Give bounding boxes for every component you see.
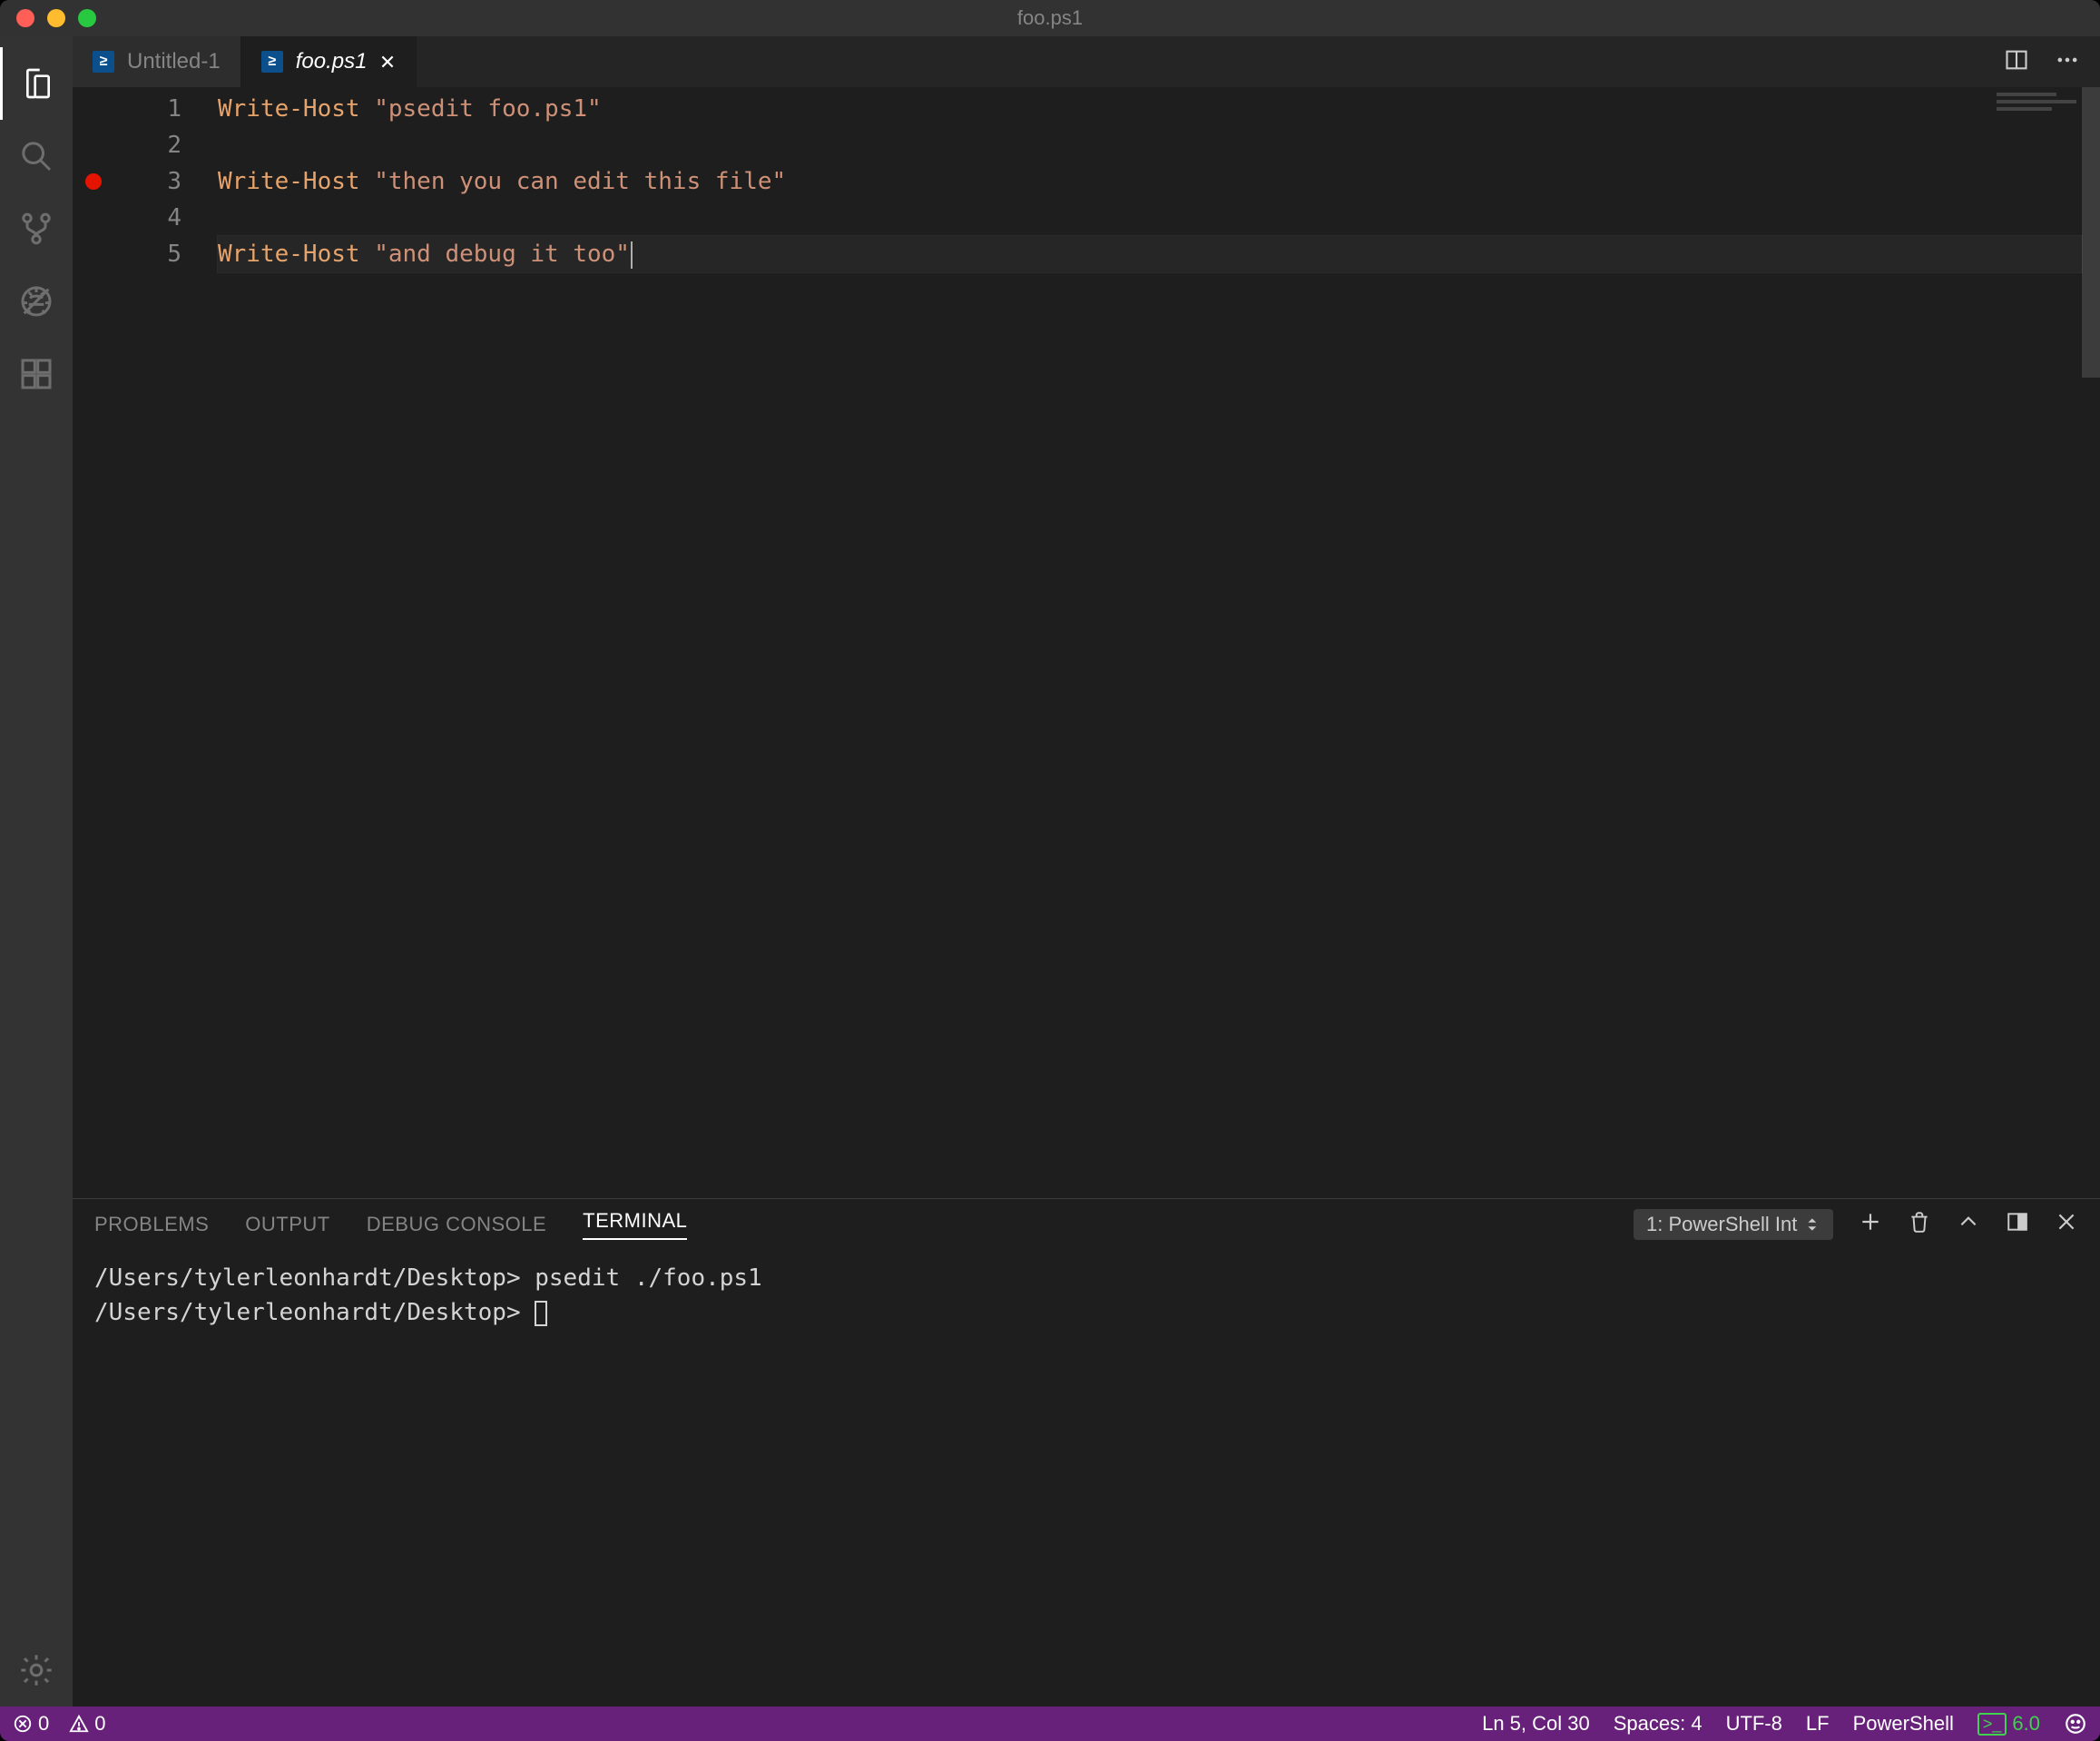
- titlebar[interactable]: foo.ps1: [0, 0, 2100, 36]
- powershell-icon: ≥: [93, 51, 114, 73]
- terminal[interactable]: /Users/tylerleonhardt/Desktop> psedit ./…: [73, 1250, 2100, 1707]
- search-icon[interactable]: [0, 120, 73, 192]
- extensions-icon[interactable]: [0, 338, 73, 410]
- window-title: foo.ps1: [0, 6, 2100, 30]
- vscode-window: foo.ps1: [0, 0, 2100, 1741]
- feedback-smiley-icon[interactable]: [2064, 1712, 2087, 1736]
- panel-tabs: PROBLEMS OUTPUT DEBUG CONSOLE TERMINAL 1…: [73, 1199, 2100, 1250]
- close-panel-icon[interactable]: [2055, 1210, 2078, 1239]
- code-editor[interactable]: 1 2 3 4 5 Write-Host "psedit foo.ps1" Wr…: [73, 87, 2100, 1198]
- tab-untitled-1[interactable]: ≥ Untitled-1: [73, 36, 241, 87]
- line-number: 2: [167, 132, 182, 159]
- line-number: 1: [167, 95, 182, 123]
- panel-tab-output[interactable]: OUTPUT: [245, 1213, 329, 1236]
- line-number: 4: [167, 204, 182, 231]
- maximize-panel-icon[interactable]: [1957, 1210, 1980, 1239]
- close-window-button[interactable]: [16, 9, 34, 27]
- toggle-panel-position-icon[interactable]: [2006, 1210, 2029, 1239]
- kill-terminal-icon[interactable]: [1908, 1210, 1931, 1239]
- debug-icon[interactable]: [0, 265, 73, 338]
- editor-tabs: ≥ Untitled-1 ≥ foo.ps1: [73, 36, 2100, 87]
- split-editor-icon[interactable]: [2004, 47, 2029, 77]
- new-terminal-icon[interactable]: [1859, 1210, 1882, 1239]
- status-language-mode[interactable]: PowerShell: [1853, 1712, 1954, 1736]
- status-cursor-position[interactable]: Ln 5, Col 30: [1482, 1712, 1590, 1736]
- close-tab-icon[interactable]: [379, 54, 396, 70]
- minimize-window-button[interactable]: [47, 9, 65, 27]
- source-control-icon[interactable]: [0, 192, 73, 265]
- powershell-icon: ≥: [261, 51, 283, 73]
- window-controls: [16, 9, 96, 27]
- status-powershell-version[interactable]: >_6.0: [1977, 1712, 2040, 1736]
- terminal-line: /Users/tylerleonhardt/Desktop> psedit ./…: [94, 1264, 762, 1292]
- terminal-selector[interactable]: 1: PowerShell Int: [1634, 1209, 1833, 1240]
- line-number: 5: [167, 241, 182, 268]
- status-indentation[interactable]: Spaces: 4: [1614, 1712, 1703, 1736]
- explorer-icon[interactable]: [0, 47, 73, 120]
- tab-label: foo.ps1: [296, 49, 368, 74]
- status-errors[interactable]: 0: [13, 1712, 49, 1736]
- tab-label: Untitled-1: [127, 49, 221, 74]
- terminal-line: /Users/tylerleonhardt/Desktop>: [94, 1299, 535, 1326]
- activity-bar: [0, 36, 73, 1707]
- editor-actions: [1984, 36, 2100, 87]
- code-area[interactable]: Write-Host "psedit foo.ps1" Write-Host "…: [218, 91, 2082, 272]
- breakpoint-icon[interactable]: [85, 173, 102, 190]
- gutter[interactable]: 1 2 3 4 5: [73, 87, 218, 1198]
- panel-tab-debug-console[interactable]: DEBUG CONSOLE: [367, 1213, 546, 1236]
- editor-scrollbar[interactable]: [2082, 87, 2100, 1198]
- status-warnings[interactable]: 0: [69, 1712, 105, 1736]
- status-bar: 0 0 Ln 5, Col 30 Spaces: 4 UTF-8 LF Powe…: [0, 1707, 2100, 1741]
- more-actions-icon[interactable]: [2055, 47, 2080, 77]
- tab-foo-ps1[interactable]: ≥ foo.ps1: [241, 36, 417, 87]
- line-number: 3: [167, 168, 182, 195]
- panel-tab-terminal[interactable]: TERMINAL: [583, 1209, 687, 1240]
- text-cursor: [631, 241, 633, 269]
- status-eol[interactable]: LF: [1806, 1712, 1830, 1736]
- maximize-window-button[interactable]: [78, 9, 96, 27]
- settings-gear-icon[interactable]: [0, 1634, 73, 1707]
- status-encoding[interactable]: UTF-8: [1726, 1712, 1782, 1736]
- bottom-panel: PROBLEMS OUTPUT DEBUG CONSOLE TERMINAL 1…: [73, 1198, 2100, 1707]
- panel-tab-problems[interactable]: PROBLEMS: [94, 1213, 209, 1236]
- terminal-cursor: [535, 1301, 547, 1326]
